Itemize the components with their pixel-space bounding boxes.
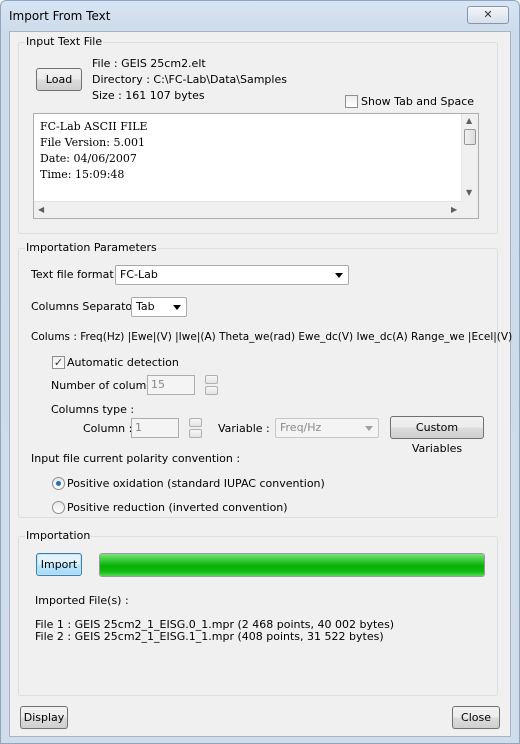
positive-oxidation-radio[interactable]: [52, 477, 65, 490]
dialog-client-area: Input Text File Load File : GEIS 25cm2.e…: [9, 31, 512, 737]
auto-detect-label: Automatic detection: [67, 356, 179, 369]
title-bar[interactable]: Import From Text ✕: [1, 1, 519, 31]
file-preview-box[interactable]: FC-Lab ASCII FILE File Version: 5.001 Da…: [33, 113, 479, 219]
preview-line: File Version: 5.001: [40, 136, 145, 149]
imported-file-line: File 2 : GEIS 25cm2_1_EISG.1_1.mpr (408 …: [35, 630, 384, 643]
directory-text: Directory : C:\FC-Lab\Data\Samples: [92, 73, 287, 86]
custom-variables-button[interactable]: Custom Variables: [390, 416, 484, 455]
input-text-file-group: Input Text File Load File : GEIS 25cm2.e…: [18, 35, 498, 234]
import-from-text-window: Import From Text ✕ Input Text File Load …: [0, 0, 520, 744]
importation-parameters-group: Importation Parameters Text file format …: [18, 241, 512, 518]
close-button[interactable]: Close: [452, 706, 500, 729]
chevron-down-icon: [365, 426, 373, 431]
imported-files-label: Imported File(s) :: [35, 594, 129, 607]
format-label: Text file format :: [31, 268, 121, 281]
load-button[interactable]: Load: [36, 68, 82, 91]
import-progress-bar: [99, 553, 485, 577]
input-text-file-label: Input Text File: [25, 35, 104, 48]
separator-value: Tab: [136, 300, 155, 313]
scroll-left-icon[interactable]: ◀: [38, 205, 44, 214]
polarity-label: Input file current polarity convention :: [31, 452, 241, 465]
separator-select[interactable]: Tab: [131, 297, 187, 317]
preview-vertical-scrollbar[interactable]: ▲ ▼: [461, 114, 478, 202]
positive-reduction-radio[interactable]: [52, 501, 65, 514]
num-columns-input[interactable]: 15: [147, 375, 195, 395]
separator-label: Columns Separator :: [31, 300, 144, 313]
auto-detect-checkbox[interactable]: ✓: [52, 356, 65, 369]
num-columns-label: Number of columns: [51, 379, 160, 392]
variable-select[interactable]: Freq/Hz: [275, 418, 379, 438]
scroll-corner: [461, 201, 478, 218]
preview-line: FC-Lab ASCII FILE: [40, 120, 148, 133]
positive-reduction-label: Positive reduction (inverted convention): [67, 501, 288, 514]
column-stepper[interactable]: [189, 418, 202, 438]
variable-value: Freq/Hz: [280, 421, 322, 434]
preview-line: Time: 15:09:48: [40, 168, 125, 181]
scroll-down-icon[interactable]: ▼: [466, 188, 472, 197]
format-value: FC-Lab: [120, 268, 158, 281]
show-tab-checkbox[interactable]: [345, 95, 358, 108]
scroll-up-icon[interactable]: ▲: [466, 116, 472, 125]
import-button[interactable]: Import: [36, 553, 82, 576]
columns-header-text: Colums : Freq(Hz) |Ewe|(V) |Iwe|(A) Thet…: [31, 331, 513, 343]
import-progress-fill: [100, 554, 484, 576]
importation-parameters-label: Importation Parameters: [25, 241, 158, 254]
file-name-text: File : GEIS 25cm2.elt: [92, 57, 206, 70]
show-tab-label: Show Tab and Space: [361, 95, 475, 108]
preview-line: Date: 04/06/2007: [40, 152, 137, 165]
display-button[interactable]: Display: [20, 706, 68, 729]
preview-horizontal-scrollbar[interactable]: ◀ ▶: [34, 201, 463, 218]
positive-oxidation-label: Positive oxidation (standard IUPAC conve…: [67, 477, 325, 490]
chevron-down-icon: [335, 273, 343, 278]
window-title: Import From Text: [9, 9, 111, 23]
columns-type-label: Columns type :: [51, 403, 135, 416]
num-columns-stepper[interactable]: [205, 375, 218, 395]
file-size-text: Size : 161 107 bytes: [92, 89, 205, 102]
window-close-icon[interactable]: ✕: [467, 6, 509, 24]
scroll-right-icon[interactable]: ▶: [451, 205, 457, 214]
format-select[interactable]: FC-Lab: [115, 265, 349, 285]
chevron-down-icon: [173, 305, 181, 310]
column-input[interactable]: 1: [131, 418, 179, 438]
scroll-thumb[interactable]: [464, 129, 476, 145]
column-label: Column :: [83, 422, 133, 435]
importation-group: Importation Import Imported File(s) : Fi…: [18, 529, 498, 696]
variable-label: Variable :: [218, 422, 270, 435]
importation-label: Importation: [25, 529, 92, 542]
